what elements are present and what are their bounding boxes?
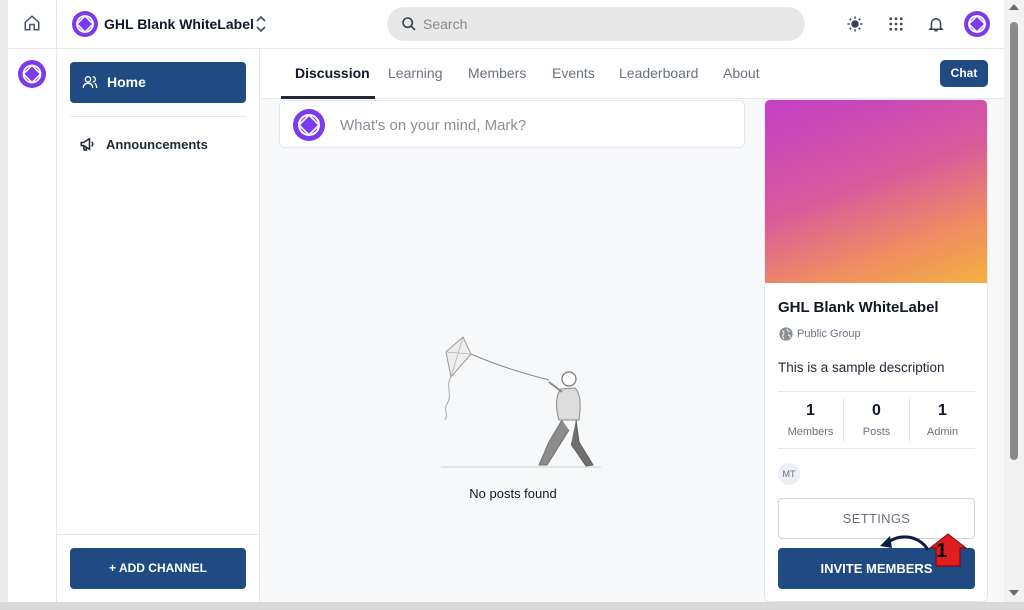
kite-illustration [441, 336, 601, 468]
stat-label: Posts [862, 426, 891, 438]
post-composer[interactable]: What's on your mind, Mark? [279, 100, 745, 148]
switch-group-chevron-icon[interactable] [254, 14, 268, 34]
main-content: What's on your mind, Mark? No posts foun… [261, 99, 1004, 602]
sidebar-item-home[interactable]: Home [70, 62, 246, 103]
tab-discussion[interactable]: Discussion [295, 65, 370, 81]
theme-toggle-icon[interactable] [846, 15, 864, 33]
search-icon [402, 17, 416, 31]
stat-posts[interactable]: 0 Posts [844, 392, 909, 449]
group-info-card: GHL Blank WhiteLabel Public Group This i… [764, 99, 988, 602]
scroll-thumb[interactable] [1010, 22, 1018, 460]
sidebar-item-label: Announcements [106, 137, 208, 152]
tab-events[interactable]: Events [552, 65, 595, 81]
community-switcher-icon[interactable] [18, 60, 46, 88]
tab-leaderboard[interactable]: Leaderboard [619, 65, 698, 81]
bottom-edge [0, 602, 1024, 610]
tab-members[interactable]: Members [468, 65, 526, 81]
stat-members[interactable]: 1 Members [778, 392, 843, 449]
stat-label: Admin [926, 426, 959, 438]
group-name[interactable]: GHL Blank WhiteLabel [104, 16, 254, 32]
add-channel-button[interactable]: + ADD CHANNEL [70, 548, 246, 589]
search-placeholder: Search [423, 16, 468, 32]
stat-admin[interactable]: 1 Admin [910, 392, 975, 449]
group-visibility: Public Group [797, 328, 861, 340]
divider [57, 534, 260, 535]
channel-sidebar: Home Announcements + ADD CHANNEL [57, 49, 260, 602]
composer-placeholder: What's on your mind, Mark? [340, 117, 527, 134]
sidebar-item-label: Home [107, 74, 146, 90]
group-logo-icon[interactable] [72, 11, 98, 37]
group-stats: 1 Members 0 Posts 1 Admin [778, 391, 975, 449]
sidebar-item-announcements[interactable]: Announcements [70, 129, 246, 159]
bell-icon[interactable] [927, 15, 945, 33]
step-annotation-arrow-icon [880, 533, 968, 567]
group-description: This is a sample description [778, 360, 945, 375]
avatar [293, 109, 325, 141]
divider [70, 116, 246, 117]
chat-button[interactable]: Chat [940, 60, 988, 87]
empty-feed-message: No posts found [469, 486, 557, 501]
stat-label: Members [787, 426, 834, 438]
apps-grid-icon[interactable] [887, 15, 905, 33]
megaphone-icon [80, 137, 94, 151]
search-input[interactable]: Search [387, 7, 805, 41]
scroll-down-icon[interactable] [1009, 590, 1019, 596]
scroll-up-icon[interactable] [1009, 4, 1019, 10]
users-icon [82, 76, 98, 89]
stat-value: 0 [872, 402, 881, 419]
step-number: 1 [936, 540, 948, 562]
group-card-title: GHL Blank WhiteLabel [778, 299, 939, 316]
app-window: GHL Blank WhiteLabel Search Home Announc… [8, 0, 1004, 602]
globe-icon [779, 327, 793, 341]
member-avatar[interactable]: MT [778, 463, 800, 485]
vertical-scrollbar[interactable] [1004, 0, 1024, 602]
tab-learning[interactable]: Learning [388, 65, 443, 81]
stat-value: 1 [806, 402, 815, 419]
home-icon[interactable] [23, 14, 41, 32]
stat-value: 1 [938, 402, 947, 419]
avatar[interactable] [964, 11, 990, 37]
tab-about[interactable]: About [723, 65, 760, 81]
top-bar: GHL Blank WhiteLabel Search [8, 0, 1004, 49]
tab-bar: Discussion Learning Members Events Leade… [261, 49, 1004, 99]
group-banner [765, 100, 987, 283]
